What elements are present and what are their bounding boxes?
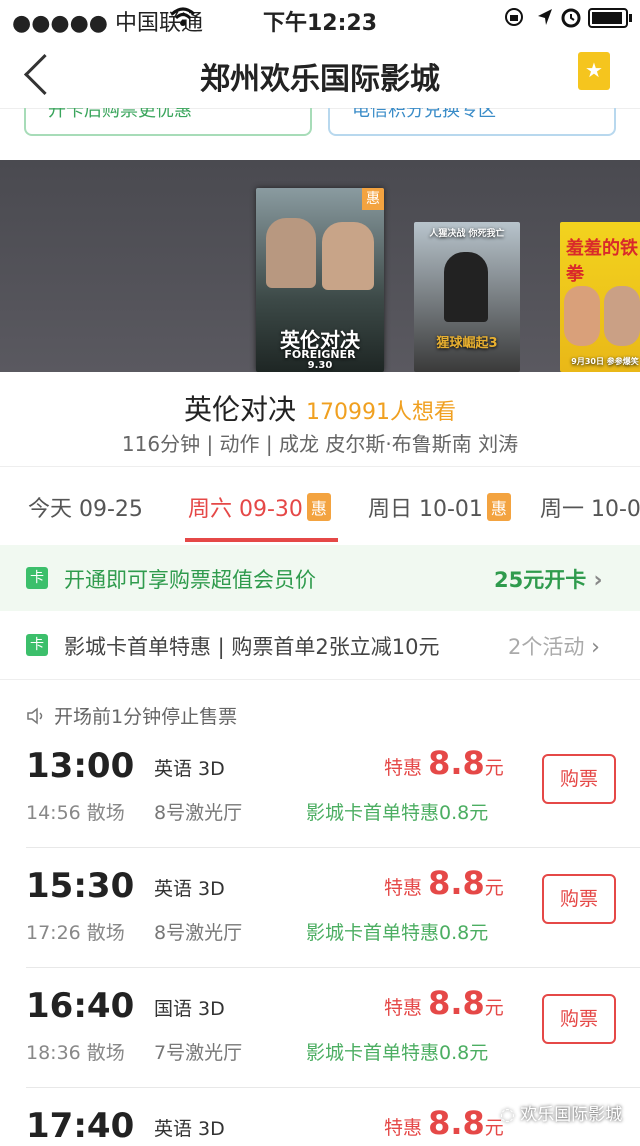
member-card-banner[interactable]: 卡 开通即可享购票超值会员价 25元开卡 › bbox=[0, 545, 640, 611]
price-value: 8.8 bbox=[428, 984, 485, 1022]
price-unit: 元 bbox=[484, 997, 504, 1019]
session-end: 18:36 散场 bbox=[26, 1042, 125, 1064]
watermark-text: 欢乐国际影城 bbox=[520, 1105, 623, 1125]
chevron-right-icon: › bbox=[591, 635, 600, 660]
session-hall: 8号激光厅 bbox=[154, 802, 243, 824]
session-row[interactable]: 13:00 14:56 散场 英语 3D 8号激光厅 特惠 8.8元 影城卡首单… bbox=[0, 728, 640, 848]
tab-discount-badge: 惠 bbox=[486, 493, 511, 521]
watermark: ◌ 欢乐国际影城 bbox=[500, 1100, 622, 1125]
page-title: 郑州欢乐国际影城 bbox=[200, 62, 440, 97]
poster-apes[interactable]: 人猩决战 你死我亡 猩球崛起3 bbox=[414, 222, 520, 372]
tab-label: 周日 10-01 bbox=[368, 497, 483, 522]
session-row[interactable]: 16:40 18:36 散场 国语 3D 7号激光厅 特惠 8.8元 影城卡首单… bbox=[0, 968, 640, 1088]
session-price: 特惠 8.8元 bbox=[384, 744, 504, 782]
session-end: 17:26 散场 bbox=[26, 922, 125, 944]
sales-notice: 开场前1分钟停止售票 bbox=[26, 702, 237, 729]
lock-rotation-icon bbox=[505, 8, 523, 26]
tab-discount-badge: 惠 bbox=[306, 493, 331, 521]
session-start: 17:40 bbox=[26, 1106, 135, 1146]
session-discount: 影城卡首单特惠0.8元 bbox=[306, 922, 489, 944]
favorite-star-icon[interactable]: ★ bbox=[578, 52, 610, 90]
poster-subtitle: 9月30日 参参爆笑 bbox=[571, 357, 639, 366]
promo-card-discount-label: 开卡后购票更优惠 bbox=[48, 108, 192, 121]
buy-ticket-button[interactable]: 购票 bbox=[542, 874, 616, 924]
alarm-icon bbox=[561, 8, 581, 28]
session-discount: 影城卡首单特惠0.8元 bbox=[306, 802, 489, 824]
price-value: 8.8 bbox=[428, 744, 485, 782]
session-language: 英语 3D bbox=[154, 1118, 225, 1140]
tab-sun[interactable]: 周日 10-01 惠 bbox=[368, 491, 511, 523]
promo-telecom-points[interactable]: 电信积分兑换专区 bbox=[328, 108, 616, 136]
buy-ticket-button[interactable]: 购票 bbox=[542, 994, 616, 1044]
nav-bar: 郑州欢乐国际影城 bbox=[0, 36, 640, 109]
poster-date: 9.30 bbox=[307, 360, 333, 371]
poster-discount-badge: 惠 bbox=[362, 188, 384, 210]
tab-label: 周一 10-0 bbox=[540, 497, 640, 522]
activity-text: 影城卡首单特惠 | 购票首单2张立减10元 bbox=[64, 635, 440, 659]
poster-foreigner[interactable]: 英伦对决 FOREIGNER 9.30 惠 bbox=[256, 188, 384, 372]
open-card-label: 25元开卡 bbox=[494, 568, 587, 592]
movie-info: 116分钟 | 动作 | 成龙 皮尔斯·布鲁斯南 刘涛 bbox=[121, 432, 519, 456]
tab-today[interactable]: 今天 09-25 bbox=[28, 491, 143, 523]
movie-title-line: 英伦对决 170991人想看 bbox=[0, 388, 640, 428]
session-language: 英语 3D bbox=[154, 878, 225, 900]
wechat-icon: ◌ bbox=[500, 1105, 515, 1125]
price-unit: 元 bbox=[484, 877, 504, 899]
session-price: 特惠 8.8元 bbox=[384, 984, 504, 1022]
movie-title: 英伦对决 bbox=[184, 393, 297, 426]
price-value: 8.8 bbox=[428, 864, 485, 902]
promo-card-discount[interactable]: 开卡后购票更优惠 bbox=[24, 108, 312, 136]
chevron-right-icon: › bbox=[593, 568, 603, 593]
sales-notice-text: 开场前1分钟停止售票 bbox=[54, 706, 238, 728]
tab-sat[interactable]: 周六 09-30 惠 bbox=[188, 491, 331, 523]
session-language: 国语 3D bbox=[154, 998, 225, 1020]
tab-mon[interactable]: 周一 10-0 bbox=[540, 491, 640, 523]
date-tabs: 今天 09-25 周六 09-30 惠 周日 10-01 惠 周一 10-0 bbox=[0, 466, 640, 546]
status-bar: ●●●●● 中国联通 下午12:23 bbox=[0, 0, 640, 36]
session-hall: 8号激光厅 bbox=[154, 922, 243, 944]
session-language: 英语 3D bbox=[154, 758, 225, 780]
card-icon: 卡 bbox=[26, 634, 48, 656]
poster-subtitle: 人猩决战 你死我亡 bbox=[429, 229, 505, 239]
price-unit: 元 bbox=[484, 757, 504, 779]
price-label: 特惠 bbox=[384, 877, 423, 899]
speaker-icon bbox=[27, 707, 43, 725]
poster-never-say-die[interactable]: 羞羞的铁拳 9月30日 参参爆笑 bbox=[560, 222, 640, 372]
session-row[interactable]: 15:30 17:26 散场 英语 3D 8号激光厅 特惠 8.8元 影城卡首单… bbox=[0, 848, 640, 968]
battery-icon bbox=[588, 8, 632, 28]
price-label: 特惠 bbox=[384, 1117, 423, 1139]
price-value: 8.8 bbox=[428, 1104, 485, 1142]
activity-count[interactable]: 2个活动 › bbox=[508, 631, 600, 661]
poster-title: 羞羞的铁拳 bbox=[566, 238, 638, 285]
active-tab-indicator bbox=[185, 538, 338, 542]
location-icon bbox=[538, 9, 552, 25]
member-card-text: 开通即可享购票超值会员价 bbox=[64, 568, 316, 592]
tab-label: 今天 09-25 bbox=[28, 497, 143, 522]
session-start: 16:40 bbox=[26, 986, 135, 1026]
session-price: 特惠 8.8元 bbox=[384, 1104, 504, 1142]
poster-title: 猩球崛起3 bbox=[436, 336, 498, 351]
promo-telecom-points-label: 电信积分兑换专区 bbox=[352, 108, 496, 121]
buy-ticket-button[interactable]: 购票 bbox=[542, 754, 616, 804]
open-card-link[interactable]: 25元开卡 › bbox=[494, 564, 603, 594]
card-icon: 卡 bbox=[26, 567, 48, 589]
session-price: 特惠 8.8元 bbox=[384, 864, 504, 902]
session-end: 14:56 散场 bbox=[26, 802, 125, 824]
activity-banner[interactable]: 卡 影城卡首单特惠 | 购票首单2张立减10元 2个活动 › bbox=[0, 611, 640, 680]
tab-label: 周六 09-30 bbox=[188, 497, 303, 522]
session-start: 15:30 bbox=[26, 866, 135, 906]
poster-carousel[interactable]: 英伦对决 FOREIGNER 9.30 惠 人猩决战 你死我亡 猩球崛起3 羞羞… bbox=[0, 160, 640, 372]
session-start: 13:00 bbox=[26, 746, 135, 786]
want-count: 170991人想看 bbox=[306, 400, 456, 425]
price-label: 特惠 bbox=[384, 997, 423, 1019]
activity-count-label: 2个活动 bbox=[508, 635, 585, 659]
wifi-icon bbox=[170, 7, 196, 26]
session-discount: 影城卡首单特惠0.8元 bbox=[306, 1042, 489, 1064]
session-hall: 7号激光厅 bbox=[154, 1042, 243, 1064]
price-label: 特惠 bbox=[384, 757, 423, 779]
